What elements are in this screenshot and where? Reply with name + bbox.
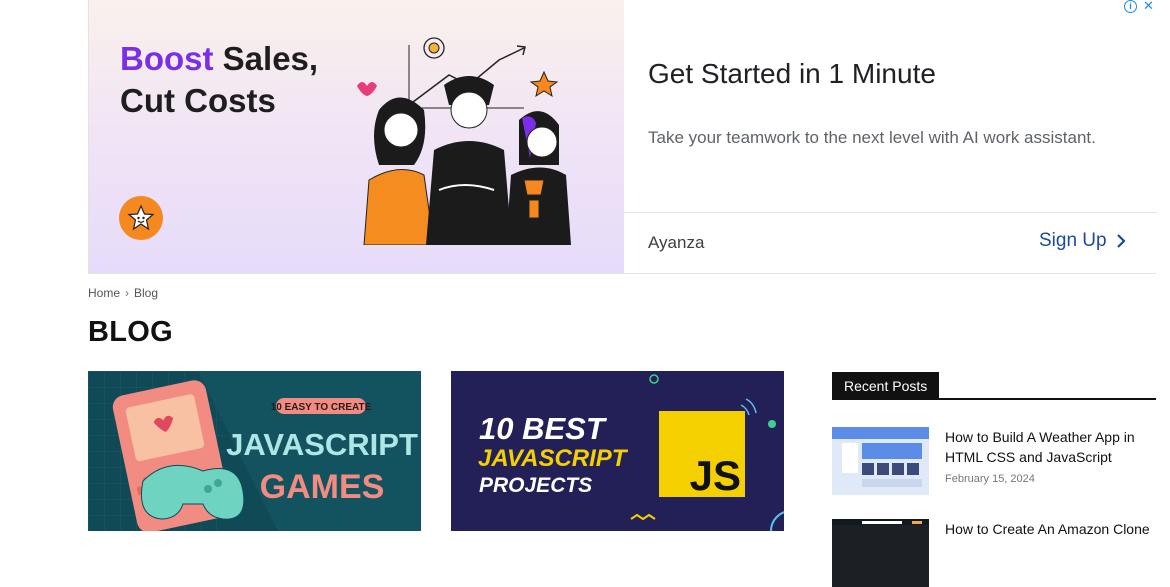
post-title-line3: PROJECTS [479,474,592,497]
recent-post-date: February 15, 2024 [945,473,1035,485]
javascript-projects-thumbnail: 10 BEST JAVASCRIPT PROJECTS JS [451,371,784,531]
breadcrumb-current: Blog [134,286,159,300]
chevron-right-icon [1116,234,1126,248]
ad-image-headline: Boost Sales, Cut Costs [120,38,318,122]
ad-image-panel[interactable]: Boost Sales, Cut Costs [89,0,624,273]
breadcrumb: Home › Blog [88,286,158,300]
recent-post-thumbnail[interactable] [832,427,929,495]
breadcrumb-separator: › [125,286,130,300]
ad-headline-rest: Sales, [213,40,319,77]
recent-posts-label: Recent Posts [832,372,940,398]
ad-signup-label: Sign Up [1039,230,1107,251]
ad-text-panel[interactable]: Get Started in 1 Minute Take your teamwo… [624,0,1157,273]
info-icon[interactable]: i [1124,0,1137,13]
amazon-clone-thumbnail [832,519,929,587]
ayanza-logo-icon [119,196,163,240]
ad-headline-line2: Cut Costs [120,82,276,119]
recent-post-thumbnail[interactable] [832,519,929,587]
ad-close-icon[interactable]: ✕ [1143,0,1154,14]
recent-post-title[interactable]: How to Create An Amazon Clone [945,519,1155,539]
adchoices[interactable]: i ✕ [1124,0,1154,14]
ad-divider [624,212,1157,213]
ad-headline-accent: Boost [120,40,214,77]
ad-description: Take your teamwork to the next level wit… [648,128,1096,147]
recent-post-item[interactable]: How to Build A Weather App in HTML CSS a… [832,427,1156,497]
ad-advertiser: Ayanza [648,233,705,252]
ad-title[interactable]: Get Started in 1 Minute [648,58,936,90]
team-illustration [357,37,571,245]
breadcrumb-home[interactable]: Home [88,286,120,300]
post-title-line1: 10 BEST [479,411,608,446]
post-card-javascript-projects[interactable]: 10 BEST JAVASCRIPT PROJECTS JS [451,371,784,531]
js-logo-text: JS [690,452,741,499]
post-title-line2: JAVASCRIPT [478,445,629,472]
recent-posts-heading: Recent Posts [832,372,1156,400]
recent-post-title[interactable]: How to Build A Weather App in HTML CSS a… [945,427,1155,467]
weather-app-thumbnail [832,427,929,495]
post-title-line2: GAMES [260,468,385,506]
post-badge-text: 10 EASY TO CREATE [271,402,372,413]
ad-signup-button[interactable]: Sign Up [1039,230,1127,252]
page-title: BLOG [88,316,173,348]
javascript-games-thumbnail: 10 EASY TO CREATE JAVASCRIPT GAMES [88,371,421,531]
ad-banner[interactable]: Boost Sales, Cut Costs Get Started in 1 … [88,0,1157,274]
post-title-line1: JAVASCRIPT [226,427,418,462]
recent-post-item[interactable]: How to Create An Amazon Clone [832,519,1156,587]
post-card-javascript-games[interactable]: 10 EASY TO CREATE JAVASCRIPT GAMES [88,371,421,531]
